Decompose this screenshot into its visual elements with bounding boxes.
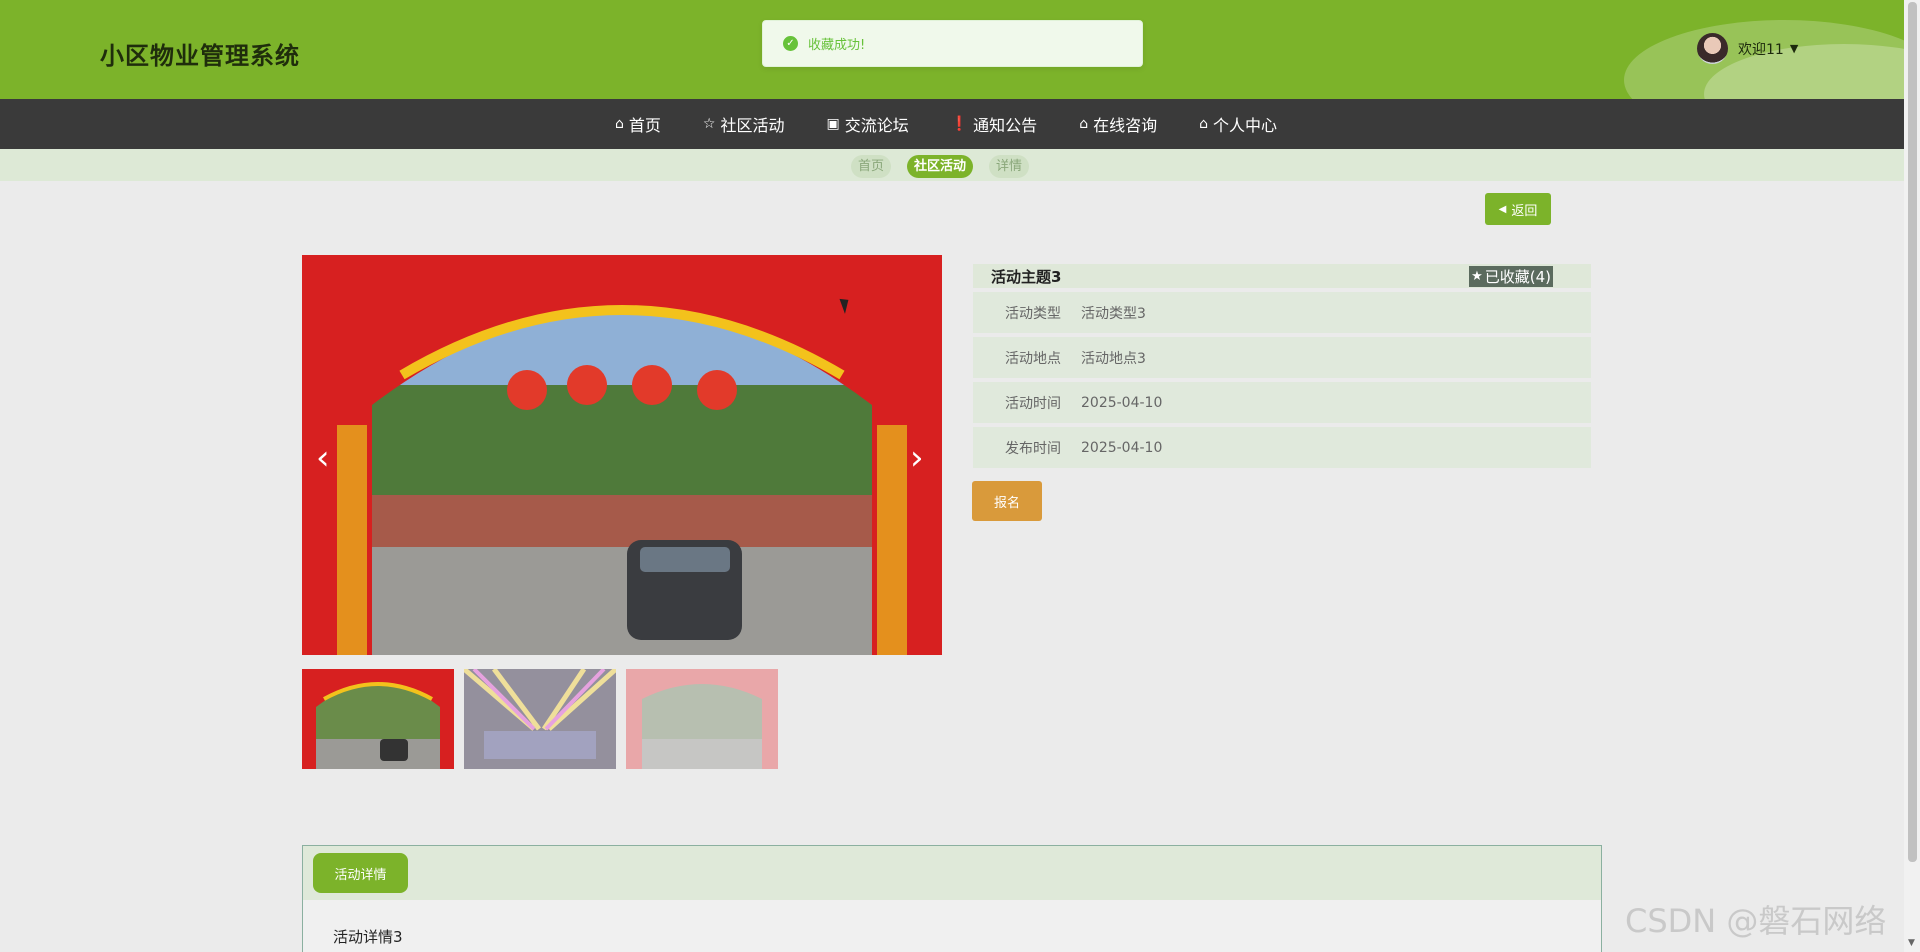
thumbnail-2[interactable] <box>464 669 616 769</box>
home-icon: ⌂ <box>1079 116 1089 132</box>
star-filled-icon: ★ <box>1471 268 1483 284</box>
breadcrumb-detail: 详情 <box>989 155 1030 178</box>
info-row-location: 活动地点 活动地点3 <box>973 337 1591 378</box>
info-key: 活动地点 <box>1005 350 1061 367</box>
signup-button[interactable]: 报名 <box>972 481 1042 521</box>
carousel-main-image[interactable]: ‹ › <box>302 255 942 655</box>
toast-message: 收藏成功! <box>808 38 866 53</box>
thumbnail-image <box>302 669 454 769</box>
nav-item-consult[interactable]: ⌂ 在线咨询 <box>1079 112 1157 136</box>
nav-item-home[interactable]: ⌂ 首页 <box>615 112 661 136</box>
vertical-scrollbar[interactable]: ▼ <box>1904 0 1920 952</box>
detail-tab-bar: 活动详情 <box>303 846 1601 900</box>
nav-item-notice[interactable]: ❗ 通知公告 <box>951 112 1037 136</box>
detail-content: 活动详情3 <box>333 928 403 946</box>
thumbnail-image <box>626 669 778 769</box>
nav-item-profile[interactable]: ⌂ 个人中心 <box>1199 112 1277 136</box>
thumbnail-image <box>464 669 616 769</box>
nav-item-label: 个人中心 <box>1212 116 1277 135</box>
thumbnail-strip <box>302 669 788 769</box>
watermark: CSDN @磐石网络 <box>1625 902 1887 940</box>
info-key: 活动时间 <box>1005 395 1061 412</box>
back-button[interactable]: ◀ 返回 <box>1485 193 1551 225</box>
info-key: 发布时间 <box>1005 440 1061 457</box>
info-row-publish-time: 发布时间 2025-04-10 <box>973 427 1591 468</box>
home-icon: ⌂ <box>615 116 624 132</box>
activity-title-row: 活动主题3 ★ 已收藏(4) <box>973 264 1591 288</box>
carousel-prev-icon[interactable]: ‹ <box>316 438 330 478</box>
nav-item-label: 社区活动 <box>720 116 785 135</box>
info-row-type: 活动类型 活动类型3 <box>973 292 1591 333</box>
breadcrumb-home[interactable]: 首页 <box>851 155 892 178</box>
info-key: 活动类型 <box>1005 305 1061 322</box>
info-value: 2025-04-10 <box>1081 439 1163 456</box>
star-icon: ☆ <box>702 116 716 132</box>
nav-item-community-activity[interactable]: ☆ 社区活动 <box>703 112 785 136</box>
wedding-arch-photo <box>302 255 942 655</box>
nav-item-label: 通知公告 <box>973 116 1038 135</box>
tab-activity-detail[interactable]: 活动详情 <box>313 853 408 893</box>
info-row-time: 活动时间 2025-04-10 <box>973 382 1591 423</box>
activity-info-panel: 活动主题3 ★ 已收藏(4) 活动类型 活动类型3 活动地点 活动地点3 活动时… <box>973 264 1591 468</box>
breadcrumb-community-activity[interactable]: 社区活动 <box>907 155 974 178</box>
caret-down-icon[interactable]: ▼ <box>1790 42 1798 55</box>
activity-detail-section: 活动详情 活动详情3 <box>302 845 1602 952</box>
nav-item-label: 交流论坛 <box>844 116 909 135</box>
thumbnail-3[interactable] <box>626 669 778 769</box>
carousel-next-icon[interactable]: › <box>910 438 924 478</box>
nav-item-label: 首页 <box>628 116 661 135</box>
breadcrumb: 首页 社区活动 详情 <box>0 149 1904 181</box>
thumbnail-1[interactable] <box>302 669 454 769</box>
welcome-text[interactable]: 欢迎11 <box>1738 39 1784 59</box>
scroll-down-icon[interactable]: ▼ <box>1908 938 1915 948</box>
back-button-label: 返回 <box>1511 203 1538 219</box>
nav-item-forum[interactable]: ▣ 交流论坛 <box>826 112 908 136</box>
scrollbar-thumb[interactable] <box>1908 2 1917 862</box>
favorite-label: 已收藏(4) <box>1484 267 1551 286</box>
info-value: 2025-04-10 <box>1081 394 1163 411</box>
check-circle-icon: ✓ <box>783 36 798 51</box>
caret-left-icon: ◀ <box>1498 203 1507 215</box>
home-icon: ⌂ <box>1199 116 1208 132</box>
info-value: 活动地点3 <box>1081 350 1146 367</box>
avatar[interactable] <box>1697 33 1728 64</box>
info-value: 活动类型3 <box>1081 305 1146 322</box>
site-title: 小区物业管理系统 <box>100 42 300 70</box>
main-nav: ⌂ 首页 ☆ 社区活动 ▣ 交流论坛 ❗ 通知公告 ⌂ 在线咨询 ⌂ 个人中心 <box>0 99 1904 149</box>
favorite-button[interactable]: ★ 已收藏(4) <box>1469 265 1553 287</box>
user-menu[interactable]: 欢迎11 ▼ <box>1697 33 1798 64</box>
alert-icon: ❗ <box>950 116 969 132</box>
success-toast: ✓ 收藏成功! <box>762 20 1143 67</box>
activity-title: 活动主题3 <box>991 267 1062 286</box>
nav-item-label: 在线咨询 <box>1093 116 1158 135</box>
bag-icon: ▣ <box>826 116 840 132</box>
